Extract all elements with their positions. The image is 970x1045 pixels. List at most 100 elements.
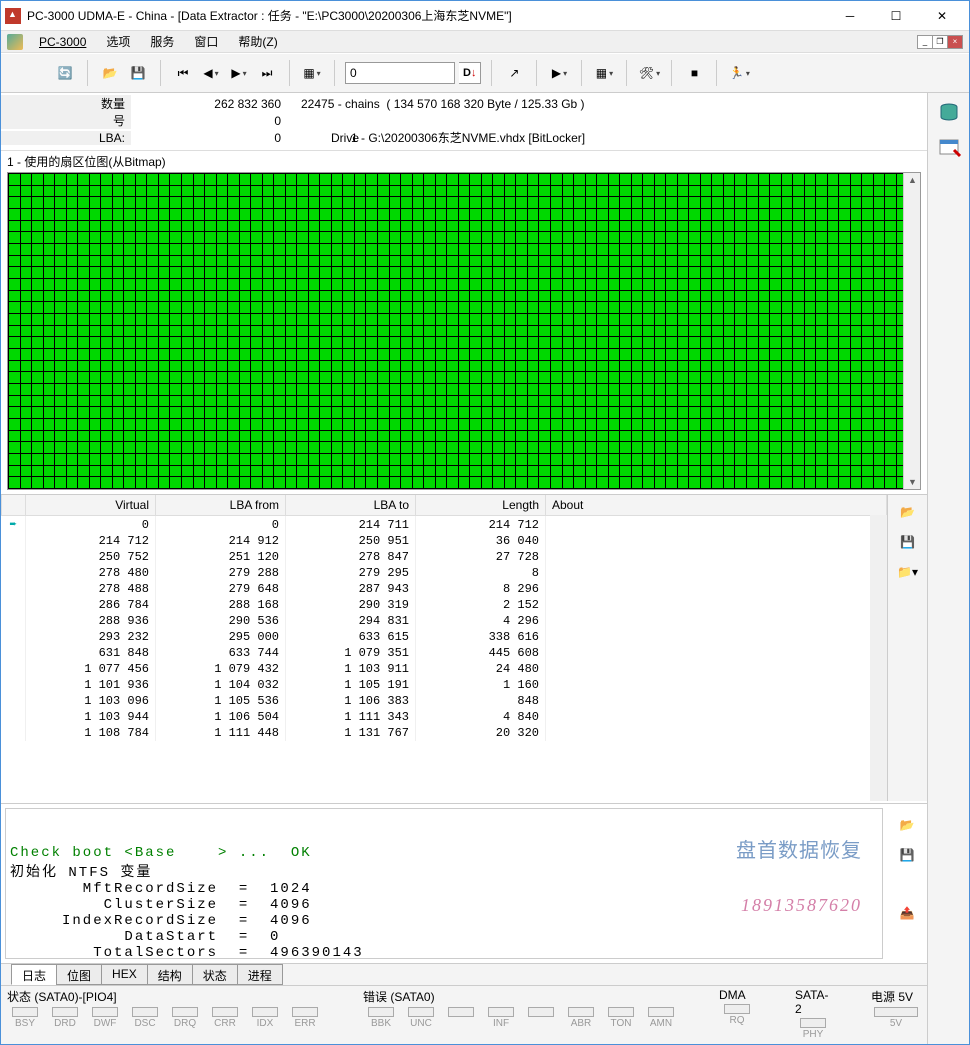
- log-save-icon[interactable]: 💾: [895, 844, 919, 866]
- led-bsy: BSY: [7, 1007, 43, 1029]
- db-icon[interactable]: [937, 101, 961, 125]
- table-save-icon[interactable]: 💾: [896, 531, 920, 553]
- chains-table[interactable]: VirtualLBA fromLBA toLengthAbout ➨00214 …: [1, 495, 887, 741]
- led-blank: [523, 1007, 559, 1029]
- table-scrollbar[interactable]: [870, 515, 887, 801]
- jump-input[interactable]: [345, 62, 455, 84]
- mdi-close[interactable]: ×: [947, 35, 963, 49]
- window-icon[interactable]: [937, 135, 961, 159]
- table-row[interactable]: 1 103 0961 105 5361 106 383848: [2, 693, 887, 709]
- menu-help[interactable]: 帮助(Z): [230, 31, 285, 52]
- drive-label: Drive: [291, 131, 351, 145]
- tab-1[interactable]: 位图: [56, 964, 102, 985]
- table-row[interactable]: 1 077 4561 079 4321 103 91124 480: [2, 661, 887, 677]
- num-value: 0: [131, 114, 291, 128]
- right-sidebar: [927, 93, 969, 1044]
- table-row[interactable]: 1 108 7841 111 4481 131 76720 320: [2, 725, 887, 741]
- table-open-icon[interactable]: 📂: [896, 501, 920, 523]
- bitmap-label: 1 - 使用的扇区位图(从Bitmap): [1, 150, 927, 172]
- jump-mode[interactable]: D↓: [459, 62, 481, 84]
- refresh-button[interactable]: 🔄: [53, 61, 77, 85]
- menu-app[interactable]: PC-3000: [31, 33, 94, 51]
- table-row[interactable]: 631 848633 7441 079 351445 608: [2, 645, 887, 661]
- tab-4[interactable]: 状态: [192, 964, 238, 985]
- led-bbk: BBK: [363, 1007, 399, 1029]
- led-unc: UNC: [403, 1007, 439, 1029]
- led-drq: DRQ: [167, 1007, 203, 1029]
- tools-button[interactable]: 🛠: [637, 61, 661, 85]
- led-crr: CRR: [207, 1007, 243, 1029]
- table-row[interactable]: 278 480279 288279 2958: [2, 565, 887, 581]
- log-output[interactable]: Check boot <Base > ... OK初始化 NTFS 变量 Mft…: [5, 808, 883, 959]
- play-button[interactable]: ▶: [547, 61, 571, 85]
- led-dwf: DWF: [87, 1007, 123, 1029]
- table-row[interactable]: 250 752251 120278 84727 728: [2, 549, 887, 565]
- mdi-restore[interactable]: ❐: [932, 35, 948, 49]
- prev-button[interactable]: ◀: [199, 61, 223, 85]
- led-inf: INF: [483, 1007, 519, 1029]
- bitmap-scrollbar[interactable]: [903, 173, 920, 489]
- led-abr: ABR: [563, 1007, 599, 1029]
- tab-3[interactable]: 结构: [147, 964, 193, 985]
- app-menu-icon[interactable]: [7, 34, 23, 50]
- col-lba-from[interactable]: LBA from: [156, 495, 286, 516]
- led-dsc: DSC: [127, 1007, 163, 1029]
- tab-5[interactable]: 进程: [237, 964, 283, 985]
- export-button[interactable]: ↗: [502, 61, 526, 85]
- tab-2[interactable]: HEX: [101, 964, 148, 985]
- grid-view-button[interactable]: ▦: [592, 61, 616, 85]
- last-button[interactable]: ⏭: [255, 61, 279, 85]
- table-row[interactable]: 286 784288 168290 3192 152: [2, 597, 887, 613]
- menu-services[interactable]: 服务: [142, 31, 182, 52]
- toolbar: 🔄 📂 💾 ⏮ ◀ ▶ ⏭ ▦ D↓ ↗ ▶ ▦ 🛠 ■ 🏃: [1, 53, 969, 93]
- statusbar: 状态 (SATA0)-[PIO4] BSYDRDDWFDSCDRQCRRIDXE…: [1, 985, 927, 1044]
- first-button[interactable]: ⏮: [171, 61, 195, 85]
- run-button[interactable]: 🏃: [727, 61, 751, 85]
- window-title: PC-3000 UDMA-E - China - [Data Extractor…: [27, 7, 827, 24]
- close-button[interactable]: ✕: [919, 2, 965, 30]
- log-open-icon[interactable]: 📂: [895, 814, 919, 836]
- table-folder-icon[interactable]: 📁▾: [896, 561, 920, 583]
- table-row[interactable]: 293 232295 000633 615338 616: [2, 629, 887, 645]
- led-idx: IDX: [247, 1007, 283, 1029]
- col-about[interactable]: About: [546, 495, 887, 516]
- app-icon: [5, 8, 21, 24]
- table-row[interactable]: 1 101 9361 104 0321 105 1911 160: [2, 677, 887, 693]
- tab-0[interactable]: 日志: [11, 964, 57, 985]
- led-blank: [443, 1007, 479, 1029]
- menu-options[interactable]: 选项: [98, 31, 138, 52]
- stats-panel: 数量 262 832 360 22475 - chains ( 134 570 …: [1, 93, 927, 150]
- lba-label: LBA:: [1, 131, 131, 145]
- menubar: PC-3000 选项 服务 窗口 帮助(Z) _ ❐ ×: [1, 31, 969, 53]
- drive-value: 1 - G:\20200306东芝NVME.vhdx [BitLocker]: [351, 129, 585, 146]
- log-export-icon[interactable]: 📤: [895, 902, 919, 924]
- titlebar: PC-3000 UDMA-E - China - [Data Extractor…: [1, 1, 969, 31]
- stop-button[interactable]: ■: [682, 61, 706, 85]
- table-row[interactable]: ➨00214 711214 712: [2, 516, 887, 534]
- qty-label: 数量: [1, 95, 131, 112]
- table-row[interactable]: 288 936290 536294 8314 296: [2, 613, 887, 629]
- mdi-minimize[interactable]: _: [917, 35, 933, 49]
- next-button[interactable]: ▶: [227, 61, 251, 85]
- col-lba-to[interactable]: LBA to: [286, 495, 416, 516]
- sector-bitmap[interactable]: [7, 172, 921, 490]
- table-row[interactable]: 278 488279 648287 9438 296: [2, 581, 887, 597]
- lba-value: 0: [131, 131, 291, 145]
- table-row[interactable]: 214 712214 912250 95136 040: [2, 533, 887, 549]
- open-button[interactable]: 📂: [98, 61, 122, 85]
- led-ton: TON: [603, 1007, 639, 1029]
- menu-window[interactable]: 窗口: [186, 31, 226, 52]
- grid-toggle-button[interactable]: ▦: [300, 61, 324, 85]
- col-length[interactable]: Length: [416, 495, 546, 516]
- num-label: 号: [1, 112, 131, 129]
- minimize-button[interactable]: ─: [827, 2, 873, 30]
- led-err: ERR: [287, 1007, 323, 1029]
- table-row[interactable]: 1 103 9441 106 5041 111 3434 840: [2, 709, 887, 725]
- qty-value: 262 832 360: [131, 97, 291, 111]
- log-tabs: 日志位图HEX结构状态进程: [1, 963, 927, 985]
- maximize-button[interactable]: ☐: [873, 2, 919, 30]
- led-drd: DRD: [47, 1007, 83, 1029]
- led-amn: AMN: [643, 1007, 679, 1029]
- col-virtual[interactable]: Virtual: [26, 495, 156, 516]
- save-button[interactable]: 💾: [126, 61, 150, 85]
